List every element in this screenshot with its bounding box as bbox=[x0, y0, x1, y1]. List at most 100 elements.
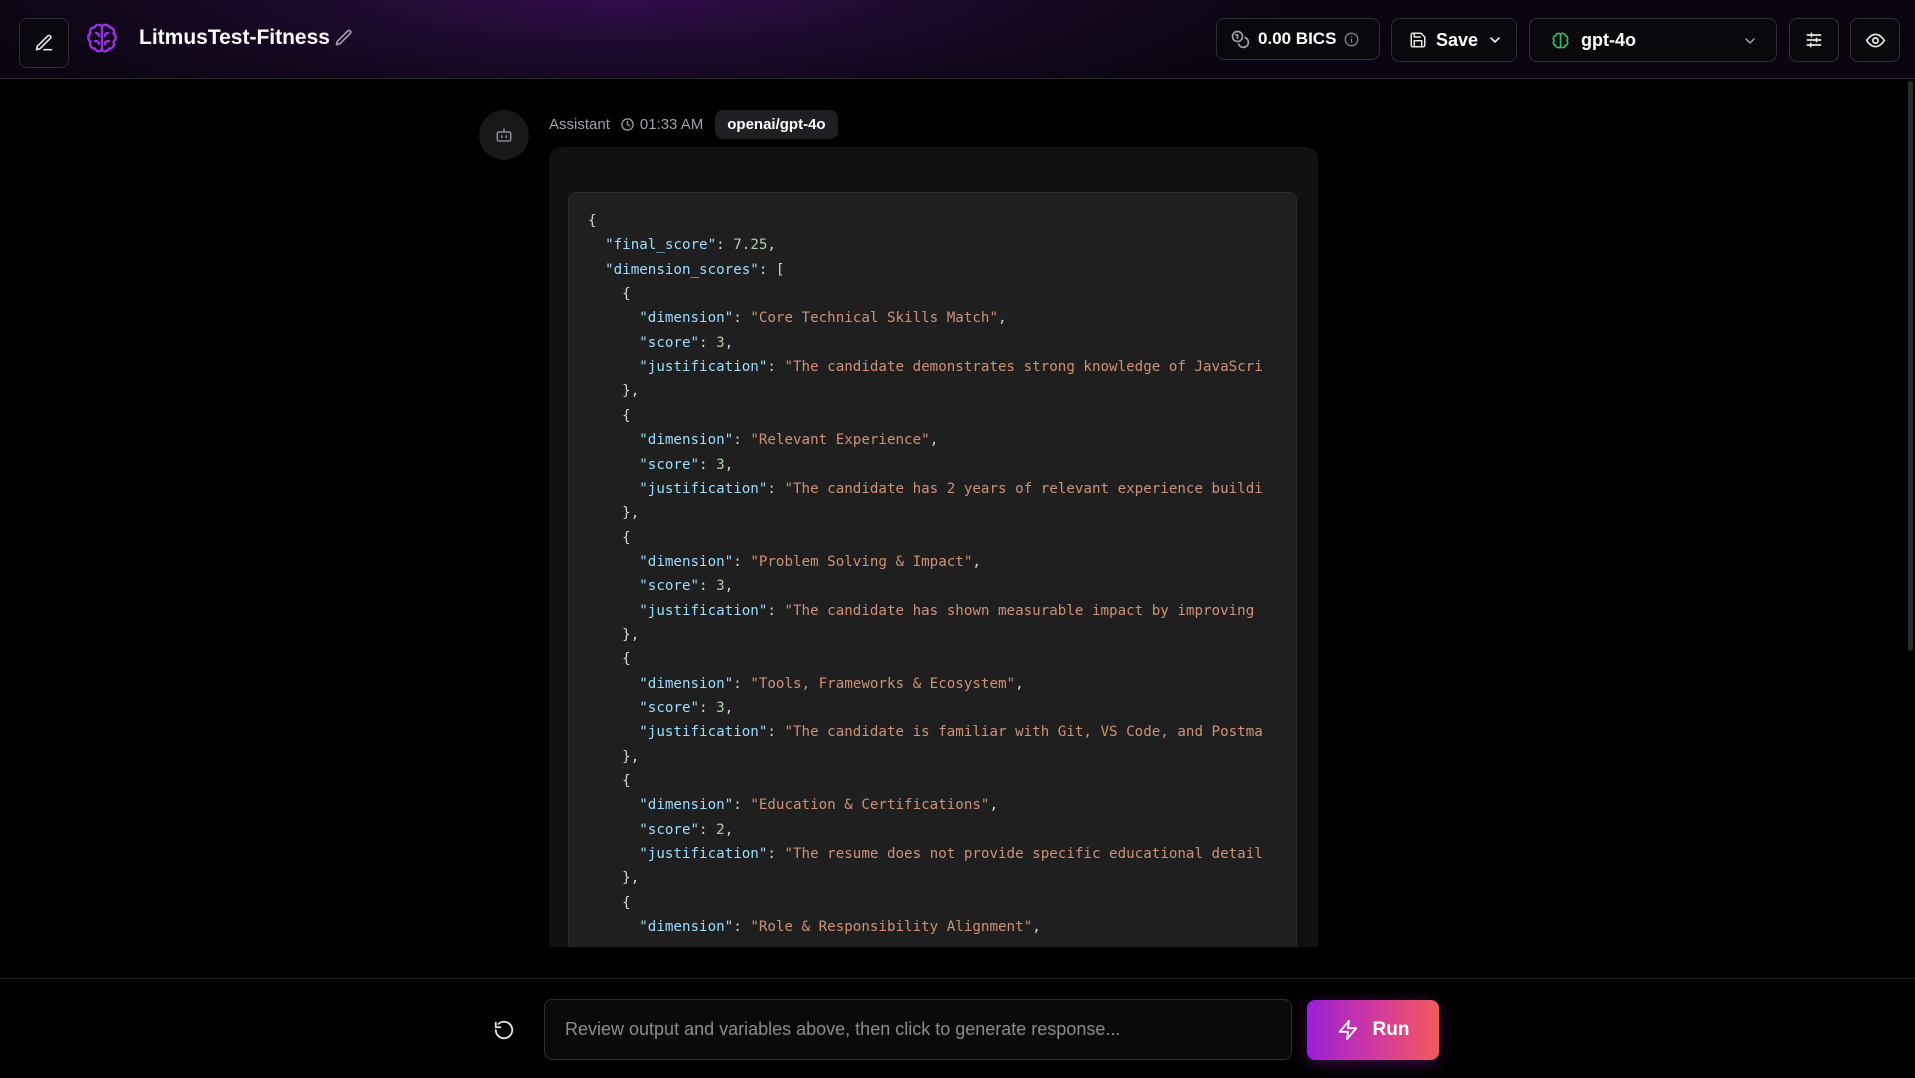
clock-icon bbox=[620, 117, 635, 132]
code-token: , bbox=[1015, 675, 1024, 692]
app-title: LitmusTest-Fitness bbox=[139, 26, 330, 49]
code-token: "justification" bbox=[639, 846, 768, 863]
rename-pencil-icon[interactable] bbox=[334, 28, 354, 48]
code-token: , bbox=[972, 553, 981, 570]
model-tag: openai/gpt-4o bbox=[715, 109, 838, 139]
code-token: 7.25 bbox=[733, 237, 768, 254]
code-token: : bbox=[733, 675, 751, 692]
bot-icon bbox=[496, 128, 512, 142]
top-bar: LitmusTest-Fitness 0.00 BICS Save gpt-4o bbox=[0, 0, 1915, 79]
run-button[interactable]: Run bbox=[1307, 1000, 1439, 1060]
code-line: "score": 3, bbox=[588, 696, 733, 720]
code-token: , bbox=[989, 797, 999, 814]
code-token: : bbox=[699, 456, 717, 473]
code-token: { bbox=[588, 894, 631, 911]
code-line: { bbox=[588, 769, 631, 793]
code-token: 2 bbox=[716, 821, 725, 838]
code-token: "dimension" bbox=[639, 675, 734, 692]
code-token: "score" bbox=[639, 456, 700, 473]
code-line: "dimension": "Tools, Frameworks & Ecosys… bbox=[588, 672, 1024, 696]
code-token: "dimension" bbox=[639, 919, 734, 936]
code-token: "The candidate is familiar with Git, VS … bbox=[784, 724, 1263, 741]
code-token: : bbox=[767, 602, 785, 619]
preview-button[interactable] bbox=[1850, 18, 1900, 62]
edit-button[interactable] bbox=[19, 18, 69, 68]
code-token: "justification" bbox=[639, 602, 768, 619]
code-token: }, bbox=[588, 505, 640, 522]
code-token: "The candidate has 2 years of relevant e… bbox=[784, 480, 1263, 497]
code-line: }, bbox=[588, 501, 639, 525]
code-token: 3 bbox=[716, 334, 725, 351]
code-token: "dimension" bbox=[639, 797, 734, 814]
code-line: { bbox=[588, 282, 631, 306]
message-card: { "final_score": 7.25, "dimension_scores… bbox=[549, 147, 1318, 947]
chevron-down-icon bbox=[1745, 38, 1755, 44]
code-token: "Core Technical Skills Match" bbox=[750, 310, 999, 327]
lightning-icon bbox=[1338, 1019, 1357, 1041]
coins-icon bbox=[1231, 30, 1250, 49]
code-token: , bbox=[998, 310, 1007, 327]
code-token: { bbox=[588, 407, 631, 424]
code-token: , bbox=[929, 432, 939, 449]
code-token: { bbox=[588, 773, 631, 790]
prompt-input[interactable] bbox=[544, 999, 1292, 1060]
code-token: "The resume does not provide specific ed… bbox=[784, 846, 1263, 863]
code-line: "score": 3, bbox=[588, 331, 733, 355]
settings-button[interactable] bbox=[1789, 18, 1839, 62]
code-line: }, bbox=[588, 379, 639, 403]
run-label: Run bbox=[1372, 1019, 1410, 1040]
code-token: "Relevant Experience" bbox=[750, 432, 930, 449]
code-token: : bbox=[699, 821, 717, 838]
code-token: { bbox=[588, 213, 597, 229]
code-line: "score": 2, bbox=[588, 818, 733, 842]
code-line: "dimension": "Problem Solving & Impact", bbox=[588, 550, 981, 574]
code-token: : bbox=[733, 310, 751, 327]
code-token: }, bbox=[588, 870, 640, 887]
info-icon[interactable] bbox=[1344, 32, 1359, 47]
code-token: : bbox=[733, 919, 751, 936]
code-token: "dimension" bbox=[639, 432, 734, 449]
code-line: { bbox=[588, 526, 631, 550]
code-token: { bbox=[588, 651, 631, 668]
code-token: }, bbox=[588, 626, 640, 643]
code-line: "dimension": "Role & Responsibility Alig… bbox=[588, 915, 1040, 939]
code-line: "dimension": "Core Technical Skills Matc… bbox=[588, 306, 1007, 330]
code-line: { bbox=[588, 891, 631, 915]
code-line: "justification": "The candidate demonstr… bbox=[588, 355, 1263, 379]
code-line: { bbox=[588, 209, 597, 233]
code-token: "score" bbox=[639, 700, 700, 716]
scrollbar-thumb[interactable] bbox=[1908, 81, 1913, 651]
model-selector[interactable]: gpt-4o bbox=[1529, 18, 1777, 62]
code-token: "score" bbox=[639, 334, 700, 351]
code-token: { bbox=[588, 529, 631, 546]
code-line: { bbox=[588, 404, 631, 428]
code-token: , bbox=[724, 821, 734, 838]
json-code-block: { "final_score": 7.25, "dimension_scores… bbox=[568, 192, 1297, 947]
code-token: "dimension" bbox=[639, 310, 734, 327]
bics-value: 0.00 BICS bbox=[1258, 29, 1337, 48]
code-token: , bbox=[724, 334, 734, 351]
code-token: : [ bbox=[758, 261, 785, 278]
save-button[interactable]: Save bbox=[1391, 18, 1517, 62]
reset-button[interactable] bbox=[490, 1016, 518, 1044]
code-token: "dimension" bbox=[639, 553, 734, 570]
code-line: "score": 3, bbox=[588, 453, 733, 477]
code-token: , bbox=[724, 700, 734, 716]
code-token: "dimension_scores" bbox=[605, 261, 759, 278]
bics-balance[interactable]: 0.00 BICS bbox=[1216, 18, 1380, 60]
code-token: : bbox=[767, 846, 785, 863]
